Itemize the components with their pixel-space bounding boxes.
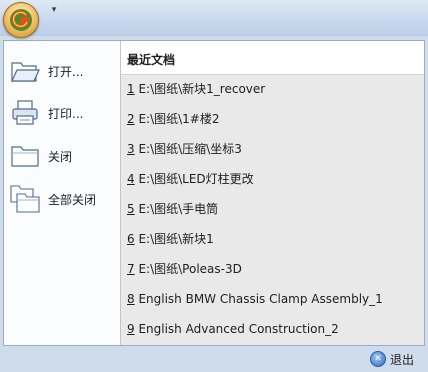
open-folder-icon xyxy=(8,55,42,87)
command-pane: 打开... 打印... 关闭 全部关闭 xyxy=(4,41,120,345)
app-logo-icon xyxy=(10,9,32,31)
recent-item-number: 9 xyxy=(127,322,135,336)
exit-button[interactable]: ✕ 退出 xyxy=(370,349,414,369)
folders-icon xyxy=(8,183,42,215)
menu-footer: ✕ 退出 xyxy=(0,346,428,372)
recent-item-path: English Advanced Construction_2 xyxy=(134,322,339,336)
recent-item-number: 7 xyxy=(127,262,135,276)
quick-access-dropdown-icon[interactable]: ▾ xyxy=(48,4,60,16)
application-menu-button[interactable] xyxy=(3,2,39,38)
recent-item-3[interactable]: 3 E:\图纸\压缩\坐标3 xyxy=(127,140,242,158)
recent-item-number: 5 xyxy=(127,202,135,216)
recent-item-path: E:\图纸\新块1 xyxy=(134,232,214,246)
printer-icon xyxy=(8,97,42,129)
title-bar: ▾ xyxy=(0,0,428,38)
recent-item-number: 2 xyxy=(127,112,135,126)
recent-item-path: E:\图纸\LED灯柱更改 xyxy=(134,172,254,186)
open-label: 打开... xyxy=(48,64,84,79)
exit-icon: ✕ xyxy=(370,351,386,367)
recent-item-path: E:\图纸\Poleas-3D xyxy=(134,262,242,276)
recent-item-path: E:\图纸\压缩\坐标3 xyxy=(134,142,242,156)
recent-item-number: 3 xyxy=(127,142,135,156)
print-command[interactable]: 打印... xyxy=(8,93,116,133)
recent-item-5[interactable]: 5 E:\图纸\手电筒 xyxy=(127,200,218,218)
recent-item-8[interactable]: 8 English BMW Chassis Clamp Assembly_1 xyxy=(127,290,383,308)
recent-item-4[interactable]: 4 E:\图纸\LED灯柱更改 xyxy=(127,170,254,188)
close-all-label: 全部关闭 xyxy=(48,192,97,207)
open-command[interactable]: 打开... xyxy=(8,51,116,91)
recent-item-path: E:\图纸\1#楼2 xyxy=(134,112,220,126)
recent-documents-header: 最近文档 xyxy=(121,41,424,75)
recent-documents-title: 最近文档 xyxy=(127,53,176,67)
print-label: 打印... xyxy=(48,106,84,121)
recent-item-number: 8 xyxy=(127,292,135,306)
recent-item-path: E:\图纸\手电筒 xyxy=(134,202,219,216)
recent-item-number: 4 xyxy=(127,172,135,186)
exit-label: 退出 xyxy=(390,352,415,367)
recent-item-path: E:\图纸\新块1_recover xyxy=(134,82,266,96)
recent-documents-pane: 最近文档 1 E:\图纸\新块1_recover 2 E:\图纸\1#楼2 3 … xyxy=(121,41,424,345)
recent-item-1[interactable]: 1 E:\图纸\新块1_recover xyxy=(127,80,265,98)
close-command[interactable]: 关闭 xyxy=(8,136,116,176)
folder-icon xyxy=(8,140,42,172)
recent-item-7[interactable]: 7 E:\图纸\Poleas-3D xyxy=(127,260,242,278)
application-menu: 打开... 打印... 关闭 全部关闭 最近文档 1 E:\图纸\新块1_rec… xyxy=(3,40,425,346)
recent-item-path: English BMW Chassis Clamp Assembly_1 xyxy=(134,292,383,306)
close-label: 关闭 xyxy=(48,149,73,164)
recent-item-2[interactable]: 2 E:\图纸\1#楼2 xyxy=(127,110,220,128)
recent-item-6[interactable]: 6 E:\图纸\新块1 xyxy=(127,230,214,248)
recent-item-number: 1 xyxy=(127,82,135,96)
recent-item-number: 6 xyxy=(127,232,135,246)
close-all-command[interactable]: 全部关闭 xyxy=(8,179,116,219)
recent-item-9[interactable]: 9 English Advanced Construction_2 xyxy=(127,320,339,338)
